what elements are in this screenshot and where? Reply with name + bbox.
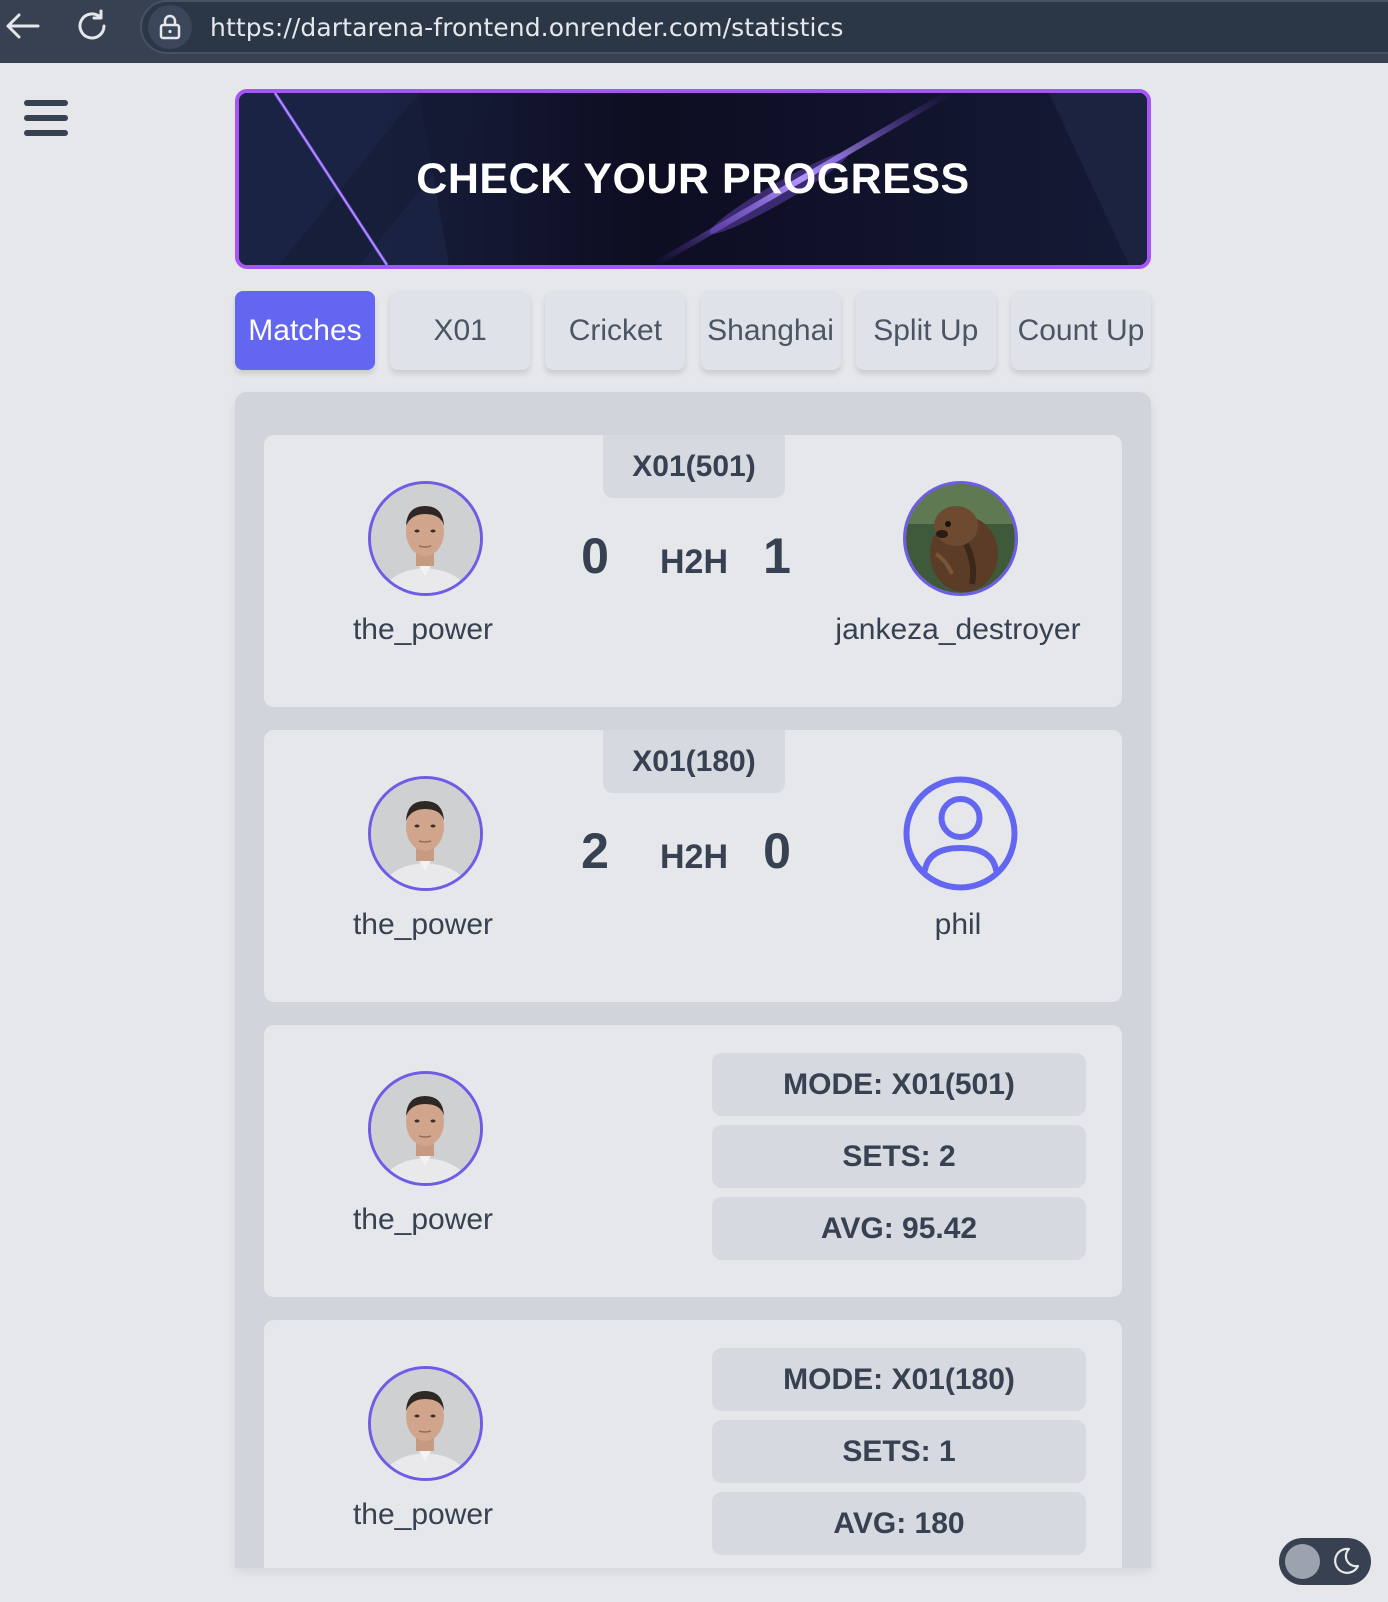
player1-score: 2 — [581, 823, 609, 879]
player-name: the_power — [352, 908, 494, 941]
hamburger-menu-icon[interactable] — [24, 98, 68, 138]
solo-game-card[interactable]: the_power MODE: X01(501) SETS: 2 AVG: 95… — [264, 1025, 1122, 1297]
player-name: jankeza_destroyer — [835, 613, 1081, 646]
h2h-label: H2H — [659, 543, 729, 581]
lock-icon[interactable] — [148, 5, 192, 49]
theme-toggle[interactable] — [1279, 1538, 1371, 1585]
avatar — [368, 776, 483, 891]
match-card[interactable]: X01(501) the_power 0 H2H 1 jankeza_destr… — [264, 435, 1122, 707]
tab-cricket[interactable]: Cricket — [545, 291, 686, 370]
player2-score: 0 — [763, 823, 791, 879]
url-text[interactable]: https://dartarena-frontend.onrender.com/… — [210, 13, 844, 42]
moon-icon — [1334, 1547, 1360, 1574]
avg-stat: AVG: 95.42 — [712, 1197, 1086, 1260]
toggle-knob[interactable] — [1285, 1544, 1320, 1579]
avatar — [368, 1071, 483, 1186]
solo-game-card[interactable]: the_power MODE: X01(180) SETS: 1 AVG: 18… — [264, 1320, 1122, 1568]
match-mode: X01(180) — [603, 730, 785, 793]
address-bar[interactable]: https://dartarena-frontend.onrender.com/… — [140, 0, 1388, 54]
matches-panel: X01(501) the_power 0 H2H 1 jankeza_destr… — [235, 392, 1151, 1568]
mode-stat: MODE: X01(180) — [712, 1348, 1086, 1411]
avg-stat: AVG: 180 — [712, 1492, 1086, 1555]
player1-score: 0 — [581, 528, 609, 584]
player-name: the_power — [352, 1203, 494, 1236]
avatar — [368, 1366, 483, 1481]
mode-stat: MODE: X01(501) — [712, 1053, 1086, 1116]
h2h-label: H2H — [659, 838, 729, 876]
player-name: phil — [934, 908, 982, 941]
user-icon — [903, 776, 1018, 891]
player-name: the_power — [352, 613, 494, 646]
avatar — [368, 481, 483, 596]
match-card[interactable]: X01(180) the_power 2 H2H 0 phil — [264, 730, 1122, 1002]
tab-count-up[interactable]: Count Up — [1010, 291, 1151, 370]
progress-banner: CHECK YOUR PROGRESS — [235, 89, 1151, 269]
player2-score: 1 — [763, 528, 791, 584]
tab-matches[interactable]: Matches — [235, 291, 375, 370]
sets-stat: SETS: 1 — [712, 1420, 1086, 1483]
player-name: the_power — [352, 1498, 494, 1531]
reload-icon[interactable] — [70, 4, 114, 48]
sets-stat: SETS: 2 — [712, 1125, 1086, 1188]
browser-toolbar: https://dartarena-frontend.onrender.com/… — [0, 0, 1388, 63]
match-mode: X01(501) — [603, 435, 785, 498]
back-arrow-icon[interactable] — [0, 4, 44, 48]
tab-shanghai[interactable]: Shanghai — [700, 291, 841, 370]
tab-x01[interactable]: X01 — [390, 291, 531, 370]
stats-tabs: Matches X01 Cricket Shanghai Split Up Co… — [235, 291, 1151, 370]
avatar — [903, 481, 1018, 596]
banner-title: CHECK YOUR PROGRESS — [416, 154, 970, 203]
tab-split-up[interactable]: Split Up — [855, 291, 996, 370]
